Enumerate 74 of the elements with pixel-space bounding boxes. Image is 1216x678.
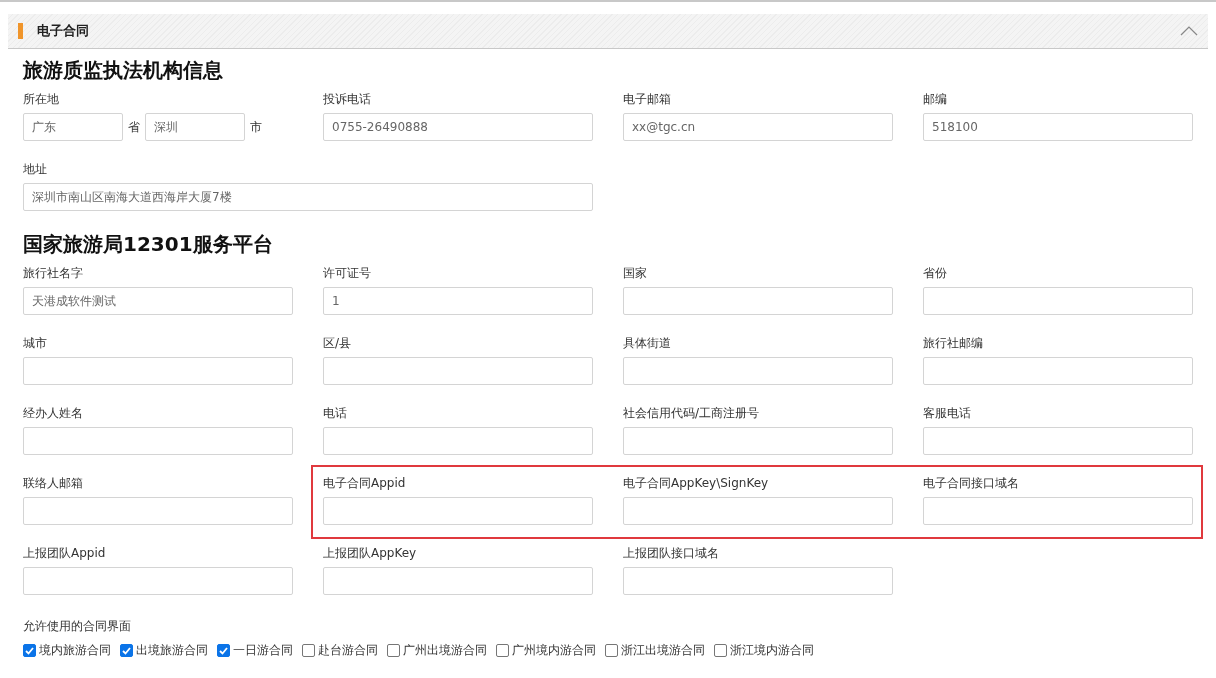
empty-box-icon[interactable] [302,644,315,657]
field-label: 上报团队AppKey [323,545,418,561]
field-label: 具体街道 [623,335,672,351]
input-field[interactable] [23,497,293,525]
field-label: 国家 [623,265,648,281]
input-field[interactable] [623,427,893,455]
input-field[interactable]: 深圳 [145,113,245,141]
field-label: 联络人邮箱 [23,475,84,491]
input-field[interactable]: xx@tgc.cn [623,113,893,141]
input-field[interactable] [323,427,593,455]
contract-checkbox[interactable]: 广州境内游合同 [496,642,596,659]
field-label: 旅行社邮编 [923,335,984,351]
input-field[interactable]: 0755-26490888 [323,113,593,141]
input-field[interactable] [623,287,893,315]
input-field[interactable]: 深圳市南山区南海大道西海岸大厦7楼 [23,183,593,211]
panel-header[interactable]: 电子合同 [8,14,1208,49]
chevron-up-icon[interactable] [1180,26,1198,36]
input-field[interactable] [923,427,1193,455]
field-label: 城市 [23,335,48,351]
input-field[interactable] [623,567,893,595]
input-field[interactable]: 1 [323,287,593,315]
field-label: 投诉电话 [323,91,372,107]
field-label: 电话 [323,405,348,421]
input-field[interactable]: 518100 [923,113,1193,141]
contract-checkbox[interactable]: 赴台游合同 [302,642,378,659]
input-field[interactable] [23,427,293,455]
field-label: 电子邮箱 [623,91,672,107]
checked-box-icon[interactable] [120,644,133,657]
empty-box-icon[interactable] [714,644,727,657]
input-field[interactable] [923,287,1193,315]
field-label: 上报团队Appid [23,545,107,561]
input-field[interactable] [623,357,893,385]
contract-checkbox[interactable]: 境内旅游合同 [23,642,111,659]
input-field[interactable] [623,497,893,525]
field-label: 电子合同AppKey\SignKey [623,475,770,491]
unit-label: 省 [128,118,140,136]
empty-box-icon[interactable] [387,644,400,657]
contract-checkbox[interactable]: 一日游合同 [217,642,293,659]
field-label: 区/县 [323,335,353,351]
checked-box-icon[interactable] [23,644,36,657]
field-label: 客服电话 [923,405,972,421]
contract-checkbox[interactable]: 广州出境游合同 [387,642,487,659]
field-label: 地址 [23,161,48,177]
input-field[interactable]: 广东 [23,113,123,141]
unit-label: 市 [250,118,262,136]
input-field[interactable] [323,567,593,595]
field-label: 社会信用代码/工商注册号 [623,405,761,421]
section-heading: 国家旅游局12301服务平台 [23,231,274,257]
field-label: 电子合同Appid [323,475,407,491]
input-field[interactable] [923,497,1193,525]
empty-box-icon[interactable] [605,644,618,657]
field-label: 所在地 [23,91,60,107]
input-field[interactable] [23,567,293,595]
checked-box-icon[interactable] [217,644,230,657]
input-field[interactable] [323,497,593,525]
contract-checkbox[interactable]: 浙江出境游合同 [605,642,705,659]
section-heading: 旅游质监执法机构信息 [23,57,224,83]
field-label: 许可证号 [323,265,372,281]
field-label: 电子合同接口域名 [923,475,1020,491]
field-label: 邮编 [923,91,948,107]
field-label: 经办人姓名 [23,405,84,421]
panel-title: 电子合同 [37,22,90,40]
empty-box-icon[interactable] [496,644,509,657]
field-label: 允许使用的合同界面 [23,619,131,633]
field-label: 旅行社名字 [23,265,84,281]
input-field[interactable] [323,357,593,385]
input-field[interactable] [923,357,1193,385]
accent-bar [18,23,23,39]
input-field[interactable]: 天港成软件测试 [23,287,293,315]
field-label: 省份 [923,265,948,281]
contract-checkbox[interactable]: 浙江境内游合同 [714,642,814,659]
contract-checkbox[interactable]: 出境旅游合同 [120,642,208,659]
input-field[interactable] [23,357,293,385]
field-label: 上报团队接口域名 [623,545,720,561]
